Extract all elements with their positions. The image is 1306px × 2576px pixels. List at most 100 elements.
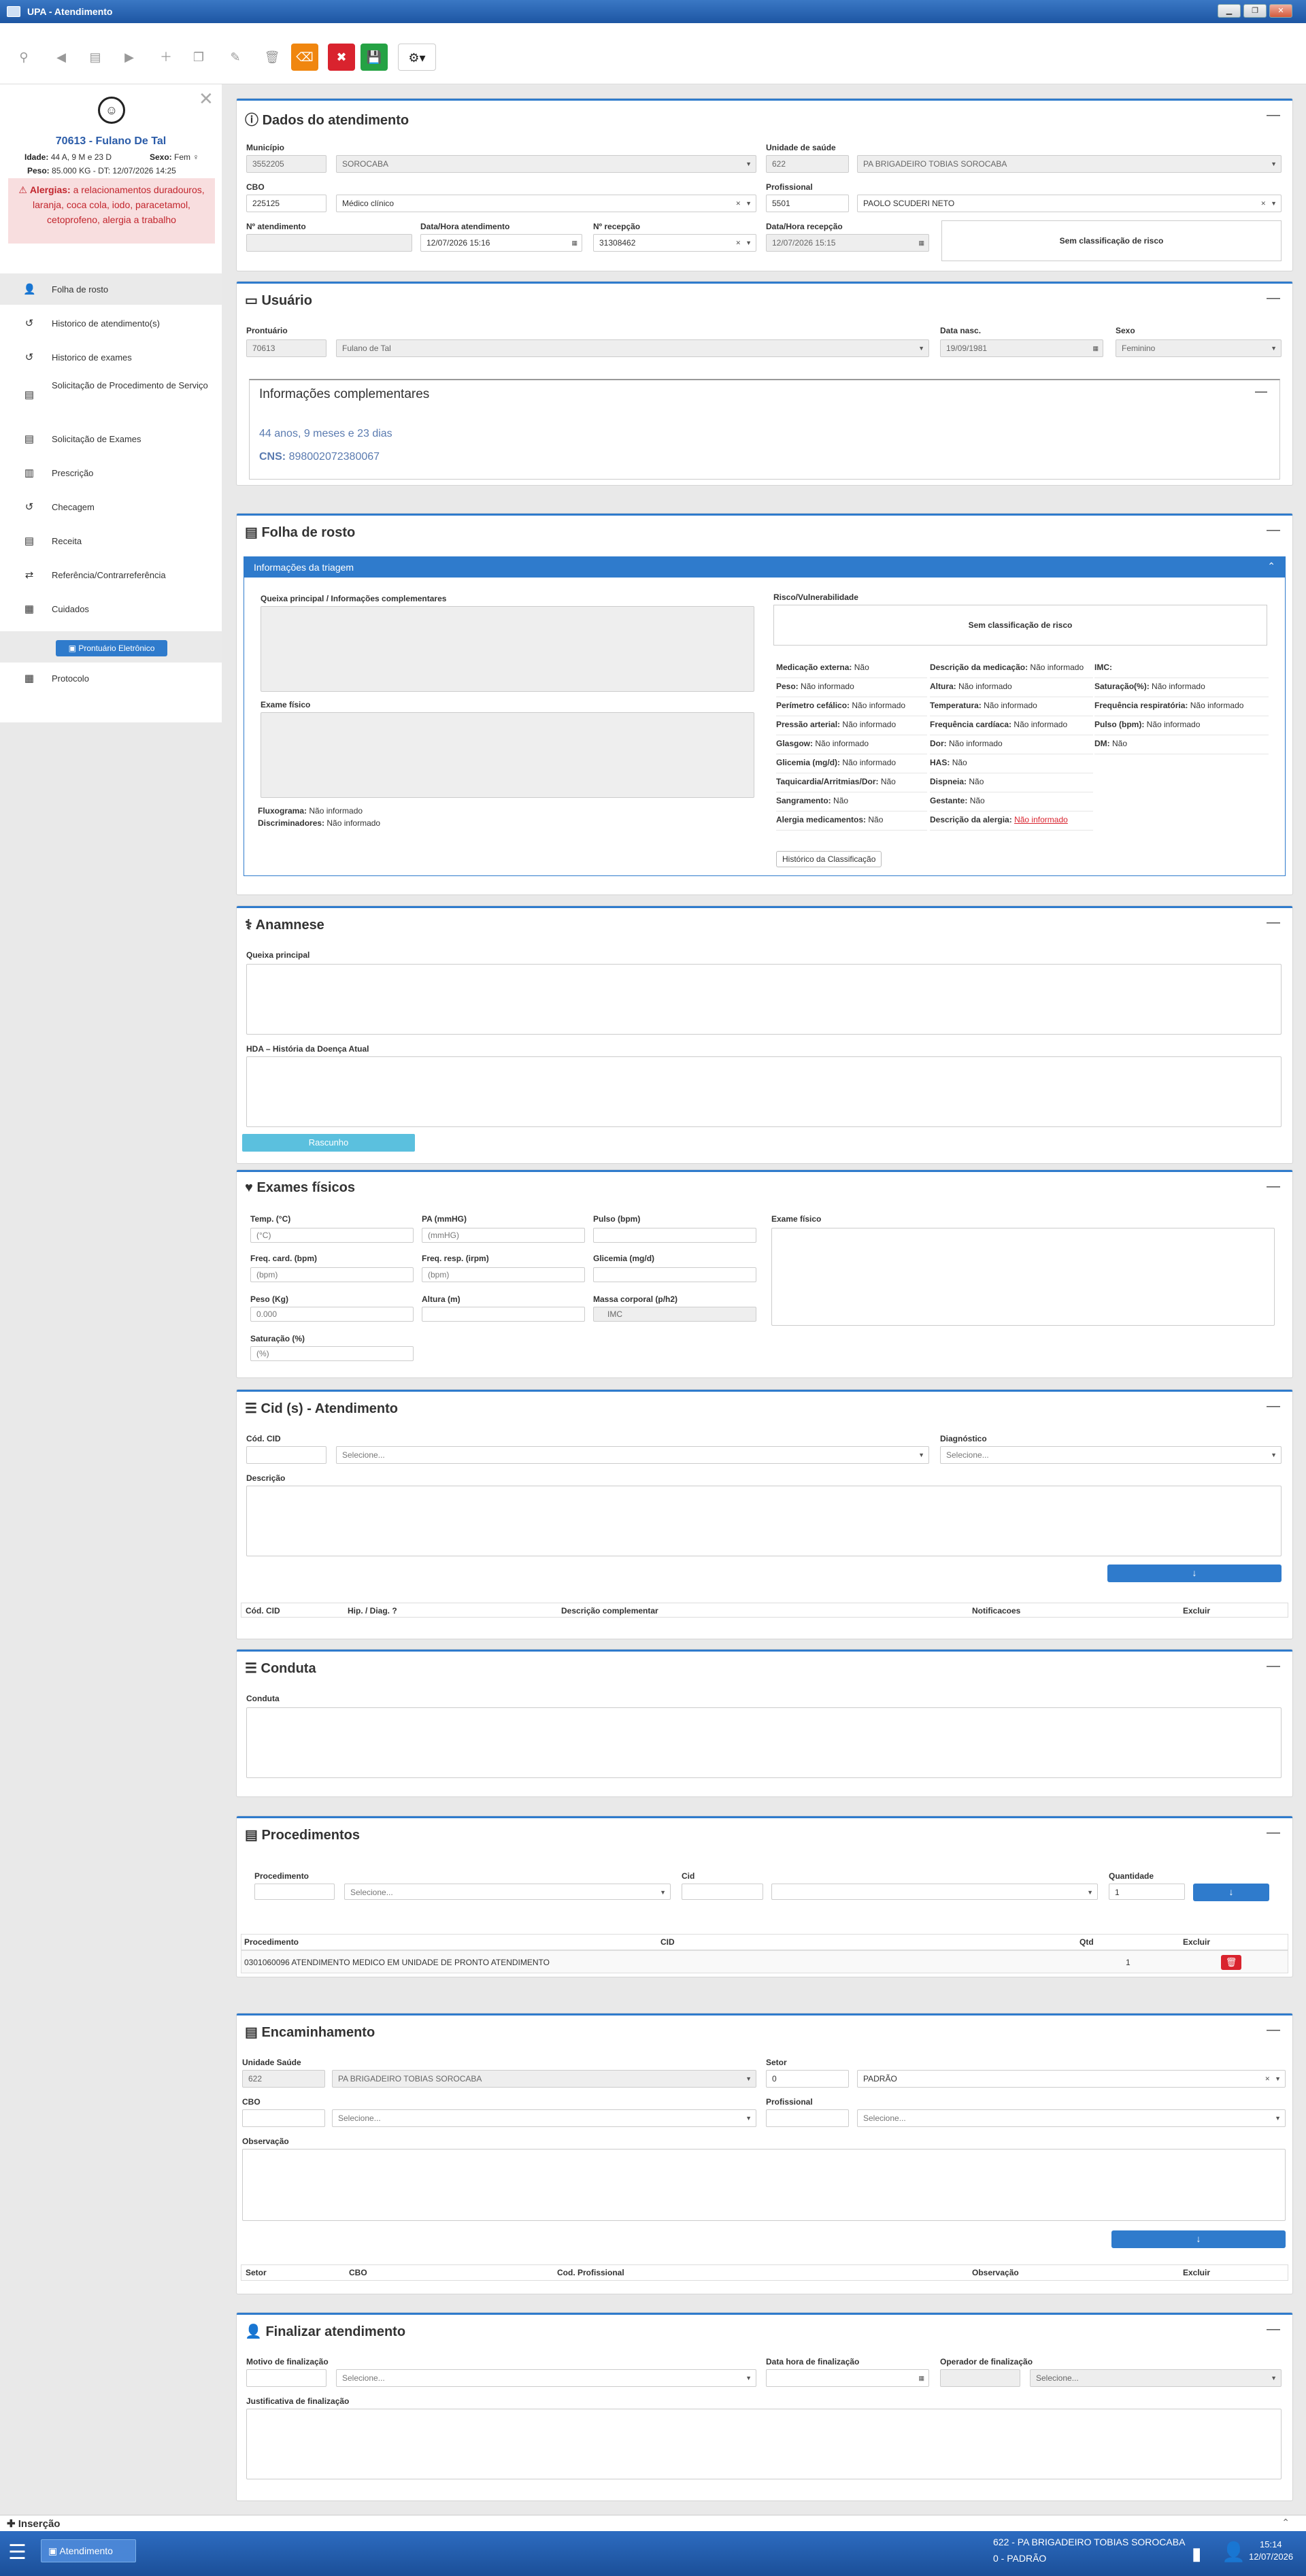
setor-select[interactable]: PADRÃO ✕ ▼ bbox=[857, 2070, 1286, 2088]
close-window-icon[interactable]: ✕ bbox=[1269, 4, 1292, 18]
collapse-icon[interactable]: — bbox=[1267, 2322, 1280, 2337]
motivo-select[interactable]: Selecione... ▼ bbox=[336, 2369, 756, 2387]
user-icon[interactable]: 👤 bbox=[1222, 2541, 1245, 2563]
add-icon[interactable]: ＋ bbox=[152, 44, 180, 71]
search-icon[interactable]: ⚲ bbox=[10, 44, 37, 71]
diagnostico-select[interactable]: Selecione... ▼ bbox=[940, 1446, 1282, 1464]
dt-recepcao-field[interactable]: 12/07/2026 15:15 ▦ bbox=[766, 234, 929, 252]
trash-icon[interactable]: 🗑 bbox=[258, 44, 286, 71]
pa-input[interactable]: (mmHG) bbox=[422, 1228, 585, 1243]
add-encaminhamento-button[interactable]: ↓ bbox=[1111, 2230, 1286, 2248]
menu-icon[interactable]: ☰ bbox=[8, 2541, 27, 2564]
data-finalizacao-field[interactable]: ▦ bbox=[766, 2369, 929, 2387]
municipio-select[interactable]: SOROCABA ▼ bbox=[336, 155, 756, 173]
profissional-code-field[interactable]: 5501 bbox=[766, 195, 849, 212]
dt-atendimento-field[interactable]: 12/07/2026 15:16 ▦ bbox=[420, 234, 582, 252]
back-icon[interactable]: ◀ bbox=[48, 44, 75, 71]
taskbar-app-button[interactable]: ▣ Atendimento bbox=[41, 2539, 136, 2562]
enc-prof-code-input[interactable] bbox=[766, 2109, 849, 2127]
pulso-input[interactable] bbox=[593, 1228, 756, 1243]
hda-textarea[interactable] bbox=[246, 1056, 1282, 1127]
temp-input[interactable]: (°C) bbox=[250, 1228, 414, 1243]
glicemia-input[interactable] bbox=[593, 1267, 756, 1282]
collapse-icon[interactable]: — bbox=[1267, 2022, 1280, 2038]
sidebar-item-solicitacao-procedimento[interactable]: ▤ Solicitação de Procedimento de Serviço bbox=[0, 378, 222, 416]
cbo-select[interactable]: Médico clínico ✕ ▼ bbox=[336, 195, 756, 212]
sidebar-item-historico-atendimento[interactable]: ↺ Historico de atendimento(s) bbox=[0, 307, 222, 339]
cancel-icon[interactable]: ✖ bbox=[328, 44, 355, 71]
enc-cbo-select[interactable]: Selecione... ▼ bbox=[332, 2109, 756, 2127]
municipio-code-field[interactable]: 3552205 bbox=[246, 155, 326, 173]
sexo-select[interactable]: Feminino ▼ bbox=[1116, 339, 1282, 357]
gear-icon[interactable]: ⚙▾ bbox=[398, 44, 436, 71]
observacao-textarea[interactable] bbox=[242, 2149, 1286, 2221]
proc-cid-select[interactable]: ▼ bbox=[771, 1884, 1098, 1900]
eraser-icon[interactable]: ⌫ bbox=[291, 44, 318, 71]
collapse-icon[interactable]: — bbox=[1267, 107, 1280, 123]
sidebar-item-referencia[interactable]: ⇄ Referência/Contrarreferência bbox=[0, 559, 222, 590]
scroll-top-icon[interactable]: ⌃ bbox=[1282, 2517, 1290, 2528]
prontuario-field[interactable]: 70613 bbox=[246, 339, 326, 357]
collapse-icon[interactable]: — bbox=[1267, 1399, 1280, 1414]
procedimento-select[interactable]: Selecione... ▼ bbox=[344, 1884, 671, 1900]
prontuario-eletronico-button[interactable]: ▣ Prontuário Eletrônico bbox=[56, 640, 167, 656]
historico-classificacao-button[interactable]: Histórico da Classificação bbox=[776, 851, 882, 867]
close-sidebar-icon[interactable]: ✕ bbox=[199, 88, 214, 110]
sidebar-item-checagem[interactable]: ↺ Checagem bbox=[0, 491, 222, 522]
sidebar-item-historico-exames[interactable]: ↺ Historico de exames bbox=[0, 341, 222, 373]
add-procedimento-button[interactable]: ↓ bbox=[1193, 1884, 1269, 1901]
queixa-principal-textarea[interactable] bbox=[246, 964, 1282, 1035]
justificativa-textarea[interactable] bbox=[246, 2409, 1282, 2479]
descricao-textarea[interactable] bbox=[246, 1486, 1282, 1556]
n-atendimento-field[interactable] bbox=[246, 234, 412, 252]
conduta-textarea[interactable] bbox=[246, 1707, 1282, 1778]
copy-icon[interactable]: ❐ bbox=[185, 44, 212, 71]
enc-unidade-select[interactable]: PA BRIGADEIRO TOBIAS SOROCABA ▼ bbox=[332, 2070, 756, 2088]
peso-input[interactable]: 0.000 bbox=[250, 1307, 414, 1322]
sidebar-item-protocolo[interactable]: ▦ Protocolo bbox=[0, 663, 222, 694]
procedimento-code-input[interactable] bbox=[254, 1884, 335, 1900]
minimize-icon[interactable]: ▁ bbox=[1218, 4, 1241, 18]
fr-input[interactable]: (bpm) bbox=[422, 1267, 585, 1282]
triagem-header[interactable]: Informações da triagem ⌃ bbox=[244, 557, 1285, 578]
rascunho-button[interactable]: Rascunho bbox=[242, 1134, 415, 1152]
sidebar-item-receita[interactable]: ▤ Receita bbox=[0, 525, 222, 556]
sidebar-item-solicitacao-exames[interactable]: ▤ Solicitação de Exames bbox=[0, 423, 222, 454]
enc-cbo-code-input[interactable] bbox=[242, 2109, 325, 2127]
enc-unidade-code-field[interactable]: 622 bbox=[242, 2070, 325, 2088]
cbo-code-field[interactable]: 225125 bbox=[246, 195, 326, 212]
proc-cid-input[interactable] bbox=[682, 1884, 763, 1900]
edit-icon[interactable]: ✎ bbox=[222, 44, 249, 71]
cod-cid-input[interactable] bbox=[246, 1446, 326, 1464]
altura-input[interactable] bbox=[422, 1307, 585, 1322]
collapse-icon[interactable]: — bbox=[1267, 522, 1280, 538]
add-cid-button[interactable]: ↓ bbox=[1107, 1565, 1282, 1582]
sidebar-item-cuidados[interactable]: ▦ Cuidados bbox=[0, 593, 222, 624]
save-icon[interactable]: 💾 bbox=[361, 44, 388, 71]
unidade-select[interactable]: PA BRIGADEIRO TOBIAS SOROCABA ▼ bbox=[857, 155, 1282, 173]
collapse-icon[interactable]: — bbox=[1267, 1825, 1280, 1841]
cid-select[interactable]: Selecione... ▼ bbox=[336, 1446, 929, 1464]
list-icon[interactable]: ▤ bbox=[82, 44, 109, 71]
fc-input[interactable]: (bpm) bbox=[250, 1267, 414, 1282]
setor-code-field[interactable]: 0 bbox=[766, 2070, 849, 2088]
collapse-icon[interactable]: — bbox=[1255, 384, 1267, 399]
unidade-code-field[interactable]: 622 bbox=[766, 155, 849, 173]
forward-icon[interactable]: ▶ bbox=[116, 44, 143, 71]
n-recepcao-field[interactable]: 31308462 ✕ ▼ bbox=[593, 234, 756, 252]
quantidade-input[interactable]: 1 bbox=[1109, 1884, 1185, 1900]
sidebar-item-folha-rosto[interactable]: 👤 Folha de rosto bbox=[0, 273, 222, 305]
motivo-code-input[interactable] bbox=[246, 2369, 326, 2387]
collapse-icon[interactable]: — bbox=[1267, 1179, 1280, 1194]
saturacao-input[interactable]: (%) bbox=[250, 1346, 414, 1361]
collapse-icon[interactable]: — bbox=[1267, 290, 1280, 306]
enc-prof-select[interactable]: Selecione... ▼ bbox=[857, 2109, 1286, 2127]
exame-fisico-textarea[interactable] bbox=[771, 1228, 1275, 1326]
delete-row-icon[interactable]: 🗑 bbox=[1221, 1955, 1241, 1970]
restore-icon[interactable]: ❐ bbox=[1243, 4, 1267, 18]
nome-select[interactable]: Fulano de Tal ▼ bbox=[336, 339, 929, 357]
collapse-icon[interactable]: — bbox=[1267, 915, 1280, 931]
sidebar-item-prescricao[interactable]: ▥ Prescrição bbox=[0, 457, 222, 488]
profissional-select[interactable]: PAOLO SCUDERI NETO ✕ ▼ bbox=[857, 195, 1282, 212]
collapse-icon[interactable]: — bbox=[1267, 1658, 1280, 1674]
